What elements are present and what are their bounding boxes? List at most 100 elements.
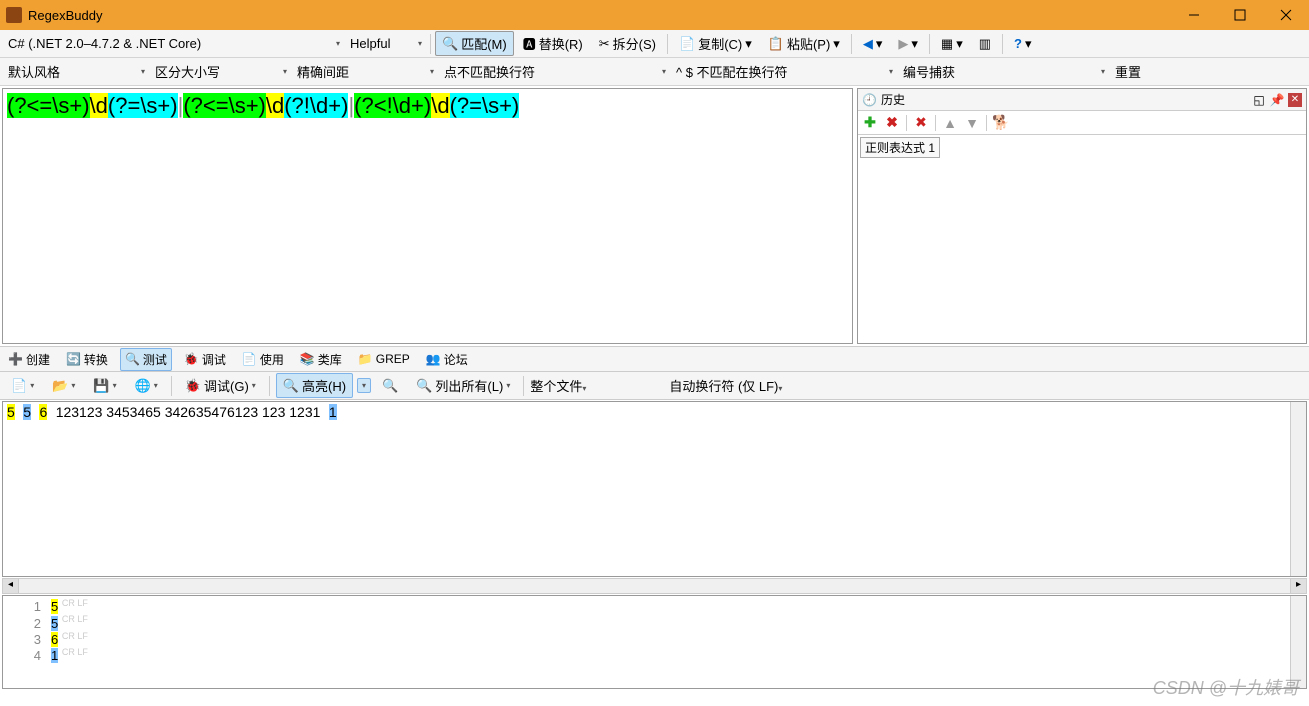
- debug-button[interactable]: 🐞调试(G)▾: [178, 373, 263, 398]
- spacing-combo[interactable]: 精确间距▾: [293, 60, 438, 83]
- lookahead-1: (?=\s+): [108, 93, 178, 118]
- help-dropdown[interactable]: ?▾: [1007, 33, 1038, 55]
- tab-use[interactable]: 📄使用: [238, 349, 288, 370]
- results-area[interactable]: 15 CR LF25 CR LF36 CR LF41 CR LF: [2, 595, 1307, 689]
- paste-label: 粘贴(P): [787, 34, 830, 53]
- down-icon[interactable]: ▼: [964, 115, 980, 131]
- clock-icon: 🕘: [862, 93, 877, 107]
- result-match: 1: [51, 648, 58, 663]
- new-dropdown[interactable]: 📄▾: [4, 375, 41, 397]
- copy-icon: 📄: [679, 36, 695, 52]
- reset-button[interactable]: 重置: [1111, 60, 1145, 83]
- separator: [851, 34, 852, 54]
- numbering-combo[interactable]: 编号捕获▾: [899, 60, 1109, 83]
- result-row[interactable]: 25 CR LF: [7, 614, 1302, 630]
- vertical-scrollbar[interactable]: [1290, 402, 1306, 576]
- delete-icon[interactable]: ✖: [884, 115, 900, 131]
- copy-label: 复制(C): [698, 34, 742, 53]
- tab-grep-label: GREP: [376, 352, 410, 366]
- restore-icon[interactable]: ◱: [1252, 93, 1266, 107]
- tab-forum[interactable]: 👥论坛: [422, 349, 472, 370]
- test-text-area[interactable]: 5 5 6 123123 3453465 342635476123 123 12…: [2, 401, 1307, 577]
- create-icon: ➕: [8, 352, 23, 366]
- scroll-right-icon[interactable]: ▸: [1290, 579, 1306, 593]
- match-highlight: 5: [23, 404, 31, 420]
- flavor-combo[interactable]: C# (.NET 2.0–4.7.2 & .NET Core)▾: [4, 34, 344, 53]
- tab-create[interactable]: ➕创建: [4, 349, 54, 370]
- highlight-dd[interactable]: ▾: [357, 378, 371, 393]
- tab-debug[interactable]: 🐞调试: [180, 349, 230, 370]
- up-icon[interactable]: ▲: [942, 115, 958, 131]
- regexbuddy-icon[interactable]: 🐕: [993, 115, 1009, 131]
- history-title: 历史: [881, 91, 905, 108]
- panel-icon: ▥: [979, 36, 991, 52]
- tab-debug-label: 调试: [202, 351, 226, 368]
- layout-dropdown[interactable]: ▦▾: [934, 33, 970, 55]
- anchor-combo[interactable]: ^ $ 不匹配在换行符▾: [672, 60, 897, 83]
- clear-icon[interactable]: ✖: [913, 115, 929, 131]
- app-icon: [6, 7, 22, 23]
- scroll-left-icon[interactable]: ◂: [3, 579, 19, 593]
- mode-combo[interactable]: Helpful▾: [346, 34, 426, 53]
- tab-grep[interactable]: 📁GREP: [354, 350, 414, 368]
- back-icon: ◀: [863, 36, 873, 52]
- separator: [667, 34, 668, 54]
- result-row[interactable]: 41 CR LF: [7, 647, 1302, 663]
- lookbehind-2: (?<=\s+): [183, 93, 266, 118]
- open-dropdown[interactable]: 📂▾: [45, 375, 82, 397]
- close-button[interactable]: [1263, 0, 1309, 30]
- tab-convert[interactable]: 🔄转换: [62, 349, 112, 370]
- result-match: 6: [51, 632, 58, 647]
- result-match: 5: [51, 616, 58, 631]
- spacing-label: 精确间距: [297, 62, 349, 81]
- style-combo[interactable]: 默认风格▾: [4, 60, 149, 83]
- vertical-scrollbar[interactable]: [1290, 596, 1306, 688]
- replace-button[interactable]: 🅰替换(R): [516, 31, 590, 56]
- copy-button[interactable]: 📄复制(C)▾: [672, 31, 759, 56]
- forward-dropdown[interactable]: ▶▾: [891, 33, 925, 55]
- panel-button[interactable]: ▥: [972, 33, 998, 55]
- line-number: 2: [7, 616, 51, 631]
- horizontal-scrollbar[interactable]: ◂ ▸: [2, 578, 1307, 594]
- style-label: 默认风格: [8, 62, 60, 81]
- split-button[interactable]: ✂拆分(S): [592, 31, 663, 56]
- line-number: 4: [7, 648, 51, 663]
- split-icon: ✂: [599, 36, 610, 52]
- search-icon: 🔍: [442, 36, 458, 52]
- crlf-icon: CR LF: [62, 647, 88, 657]
- history-item[interactable]: 正则表达式 1: [860, 137, 940, 158]
- case-combo[interactable]: 区分大小写▾: [151, 60, 291, 83]
- match-highlight: 1: [329, 404, 337, 420]
- dot-label: 点不匹配换行符: [444, 62, 535, 81]
- web-dropdown[interactable]: 🌐▾: [128, 375, 165, 397]
- pin-icon[interactable]: 📌: [1270, 93, 1284, 107]
- add-icon[interactable]: ✚: [862, 115, 878, 131]
- listall-button[interactable]: 🔍列出所有(L)▾: [409, 373, 517, 398]
- result-row[interactable]: 36 CR LF: [7, 631, 1302, 647]
- find-button[interactable]: 🔍: [375, 375, 405, 397]
- match-button[interactable]: 🔍匹配(M): [435, 31, 514, 56]
- scope-combo[interactable]: 整个文件▾: [530, 376, 665, 395]
- minimize-button[interactable]: [1171, 0, 1217, 30]
- save-icon: 💾: [93, 378, 109, 394]
- close-panel-icon[interactable]: ✕: [1288, 93, 1302, 107]
- history-toolbar: ✚ ✖ ✖ ▲ ▼ 🐕: [858, 111, 1306, 135]
- line-number: 3: [7, 632, 51, 647]
- history-panel: 🕘 历史 ◱ 📌 ✕ ✚ ✖ ✖ ▲ ▼ 🐕 正则表达式 1: [857, 88, 1307, 344]
- regex-editor[interactable]: (?<=\s+)\d(?=\s+)|(?<=\s+)\d(?!\d+)|(?<!…: [2, 88, 853, 344]
- use-icon: 📄: [242, 352, 257, 366]
- result-row[interactable]: 15 CR LF: [7, 598, 1302, 614]
- bug-icon: 🐞: [185, 378, 201, 394]
- back-dropdown[interactable]: ◀▾: [856, 33, 890, 55]
- tab-test[interactable]: 🔍测试: [120, 348, 172, 371]
- linebreak-combo[interactable]: 自动换行符 (仅 LF)▾: [669, 376, 934, 395]
- dot-combo[interactable]: 点不匹配换行符▾: [440, 60, 670, 83]
- reset-label: 重置: [1115, 62, 1141, 81]
- replace-label: 替换(R): [539, 34, 583, 53]
- paste-button[interactable]: 📋粘贴(P)▾: [761, 31, 847, 56]
- highlight-button[interactable]: 🔍高亮(H): [276, 373, 353, 398]
- tab-library[interactable]: 📚类库: [296, 349, 346, 370]
- maximize-button[interactable]: [1217, 0, 1263, 30]
- save-dropdown[interactable]: 💾▾: [86, 375, 123, 397]
- history-list[interactable]: 正则表达式 1: [858, 135, 1306, 343]
